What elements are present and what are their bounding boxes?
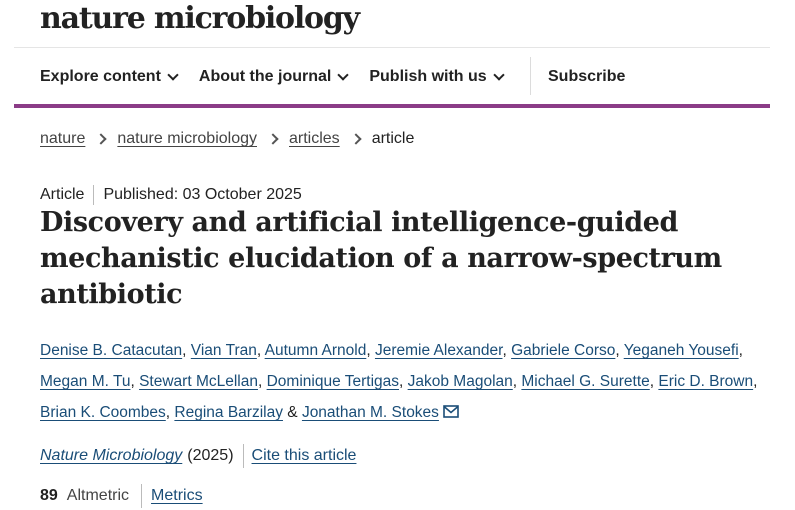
envelope-icon[interactable]: [443, 398, 459, 429]
nav-explore-content[interactable]: Explore content: [40, 68, 179, 86]
chevron-right-icon: [95, 133, 108, 145]
author-link[interactable]: Eric D. Brown: [658, 373, 753, 390]
meta-divider: [93, 185, 95, 205]
breadcrumb-nature-microbiology[interactable]: nature microbiology: [117, 130, 257, 148]
chevron-down-icon: [337, 68, 350, 81]
author-link[interactable]: Jakob Magolan: [408, 373, 513, 390]
article-title: Discovery and artificial intelligence-gu…: [40, 207, 722, 310]
journal-divider: [242, 444, 244, 468]
journal-line: Nature Microbiology (2025) Cite this art…: [40, 444, 356, 468]
breadcrumb-articles[interactable]: articles: [289, 130, 340, 148]
author-list: Denise B. Catacutan, Vian Tran, Autumn A…: [40, 335, 775, 429]
author-link[interactable]: Megan M. Tu: [40, 373, 130, 390]
altmetric-score: 89: [40, 487, 58, 504]
published-date: Published: 03 October 2025: [103, 186, 302, 203]
breadcrumb: nature nature microbiology articles arti…: [40, 130, 414, 148]
chevron-down-icon: [493, 68, 505, 81]
chevron-down-icon: [167, 68, 179, 81]
author-link[interactable]: Autumn Arnold: [265, 342, 367, 359]
header-divider: [14, 47, 770, 48]
breadcrumb-nature[interactable]: nature: [40, 130, 85, 148]
altmetric-label: Altmetric: [66, 487, 130, 504]
main-nav: Explore content About the journal Publis…: [40, 66, 525, 88]
article-type: Article: [40, 186, 85, 203]
chevron-right-icon: [267, 133, 279, 145]
author-link[interactable]: Denise B. Catacutan: [40, 342, 182, 359]
subscribe-button[interactable]: Subscribe: [548, 66, 625, 88]
nav-separator: [530, 57, 531, 95]
article-meta: Article Published: 03 October 2025: [40, 185, 302, 205]
breadcrumb-current: article: [371, 130, 415, 147]
author-link[interactable]: Yeganeh Yousefi: [624, 342, 739, 359]
author-and: &: [287, 404, 298, 421]
metrics-divider: [141, 484, 143, 508]
chevron-right-icon: [350, 133, 362, 145]
author-link[interactable]: Gabriele Corso: [511, 342, 615, 359]
journal-logo[interactable]: nature microbiology: [40, 2, 360, 36]
cite-article-link[interactable]: Cite this article: [252, 447, 357, 465]
author-link[interactable]: Brian K. Coombes: [40, 404, 166, 421]
nav-accent-bar: [14, 104, 770, 108]
metrics-link[interactable]: Metrics: [151, 487, 203, 505]
author-link[interactable]: Dominique Tertigas: [267, 373, 399, 390]
nav-publish-with-us-label: Publish with us: [369, 68, 487, 85]
author-link[interactable]: Michael G. Surette: [521, 373, 649, 390]
nav-about-journal[interactable]: About the journal: [198, 68, 350, 86]
nav-publish-with-us[interactable]: Publish with us: [369, 68, 505, 86]
author-link[interactable]: Jeremie Alexander: [375, 342, 503, 359]
journal-name-link[interactable]: Nature Microbiology: [40, 447, 182, 465]
author-link[interactable]: Stewart McLellan: [139, 373, 258, 390]
nav-explore-content-label: Explore content: [40, 68, 161, 85]
metrics-line: 89 Altmetric Metrics: [40, 484, 203, 508]
nav-about-journal-label: About the journal: [198, 68, 332, 85]
author-link[interactable]: Vian Tran: [191, 342, 257, 359]
corresponding-author-link[interactable]: Jonathan M. Stokes: [302, 404, 439, 421]
publication-year: (2025): [187, 447, 234, 464]
author-link[interactable]: Regina Barzilay: [174, 404, 283, 421]
